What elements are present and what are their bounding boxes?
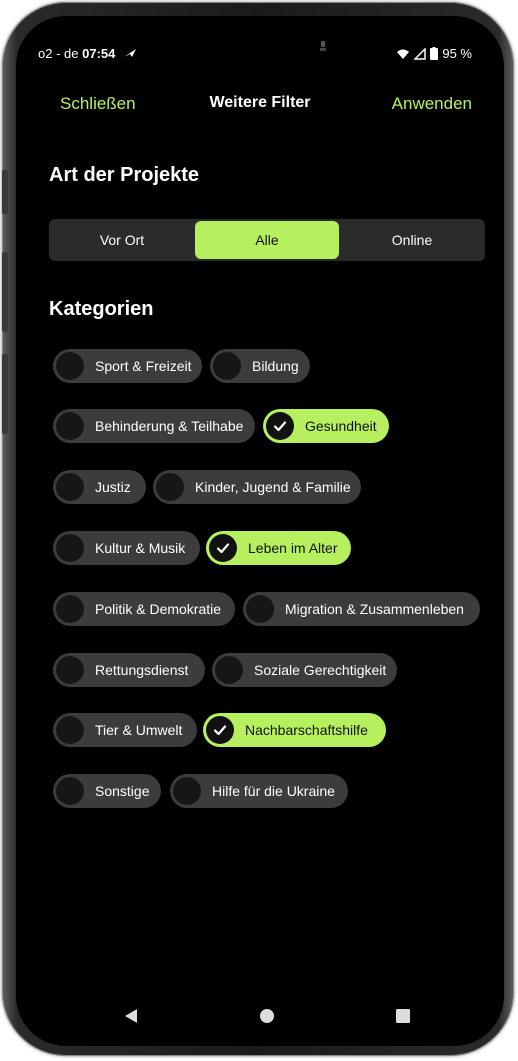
battery-icon	[430, 47, 439, 60]
unchecked-circle-icon	[56, 595, 84, 623]
signal-icon	[414, 47, 427, 60]
unchecked-circle-icon	[56, 656, 84, 684]
unchecked-circle-icon	[56, 777, 84, 805]
category-chip[interactable]: Sport & Freizeit	[53, 349, 202, 383]
category-chip[interactable]: Nachbarschaftshilfe	[203, 713, 386, 747]
unchecked-circle-icon	[56, 352, 84, 380]
unchecked-circle-icon	[246, 595, 274, 623]
category-chip[interactable]: Leben im Alter	[206, 531, 351, 565]
back-icon[interactable]	[116, 1001, 146, 1031]
category-chip-label: Tier & Umwelt	[95, 722, 183, 738]
category-chip[interactable]: Kultur & Musik	[53, 531, 200, 565]
category-chip-label: Soziale Gerechtigkeit	[254, 662, 387, 678]
category-chip-label: Hilfe für die Ukraine	[212, 783, 335, 799]
category-chip[interactable]: Bildung	[210, 349, 310, 383]
clock: 07:54	[82, 46, 116, 61]
unchecked-circle-icon	[213, 352, 241, 380]
home-icon[interactable]	[252, 1001, 282, 1031]
screen: o2 - de 07:54 95 % Schließen Weitere Fil…	[16, 16, 504, 1046]
segment-online[interactable]: Online	[339, 219, 485, 261]
category-chip[interactable]: Justiz	[53, 470, 146, 504]
category-chip[interactable]: Politik & Demokratie	[53, 592, 235, 626]
category-chip-label: Justiz	[95, 479, 131, 495]
check-icon	[209, 534, 237, 562]
category-chip-label: Rettungsdienst	[95, 662, 189, 678]
unchecked-circle-icon	[56, 716, 84, 744]
project-type-segmented-control: Vor Ort Alle Online	[49, 219, 485, 261]
header: Schließen Weitere Filter Anwenden	[16, 94, 504, 118]
category-chip[interactable]: Migration & Zusammenleben	[243, 592, 480, 626]
category-chip[interactable]: Kinder, Jugend & Familie	[153, 470, 361, 504]
wifi-icon	[396, 48, 410, 60]
check-icon	[266, 412, 294, 440]
segment-alle[interactable]: Alle	[195, 221, 339, 259]
side-button	[2, 252, 8, 332]
battery-percent: 95 %	[442, 46, 472, 61]
category-chip-label: Migration & Zusammenleben	[285, 601, 464, 617]
category-chip[interactable]: Sonstige	[53, 774, 161, 808]
check-icon	[206, 716, 234, 744]
phone-frame: o2 - de 07:54 95 % Schließen Weitere Fil…	[2, 2, 514, 1056]
unchecked-circle-icon	[215, 656, 243, 684]
category-chip-label: Leben im Alter	[248, 540, 338, 556]
apply-button[interactable]: Anwenden	[392, 94, 472, 114]
camera-notch-icon	[318, 40, 330, 54]
segment-vor-ort[interactable]: Vor Ort	[49, 219, 195, 261]
side-button	[2, 354, 8, 434]
category-chip-label: Sonstige	[95, 783, 150, 799]
unchecked-circle-icon	[56, 534, 84, 562]
carrier-text: o2 - de	[38, 46, 79, 61]
category-chip[interactable]: Rettungsdienst	[53, 653, 205, 687]
category-chip-label: Sport & Freizeit	[95, 358, 192, 374]
category-chip-label: Behinderung & Teilhabe	[95, 418, 244, 434]
project-type-title: Art der Projekte	[49, 164, 200, 186]
category-chip-label: Politik & Demokratie	[95, 601, 222, 617]
recents-icon[interactable]	[388, 1001, 418, 1031]
unchecked-circle-icon	[156, 473, 184, 501]
status-bar: o2 - de 07:54 95 %	[16, 41, 504, 66]
category-chip[interactable]: Hilfe für die Ukraine	[170, 774, 348, 808]
category-chip-label: Kultur & Musik	[95, 540, 186, 556]
category-chip-label: Bildung	[252, 358, 299, 374]
category-chip[interactable]: Gesundheit	[263, 409, 389, 443]
location-icon	[123, 46, 137, 61]
side-button	[2, 170, 8, 214]
category-chip[interactable]: Soziale Gerechtigkeit	[212, 653, 397, 687]
category-chip-label: Nachbarschaftshilfe	[245, 722, 368, 738]
category-chip-label: Gesundheit	[305, 418, 377, 434]
category-chip[interactable]: Behinderung & Teilhabe	[53, 409, 255, 443]
category-chip[interactable]: Tier & Umwelt	[53, 713, 197, 747]
navigation-bar	[16, 1001, 504, 1031]
unchecked-circle-icon	[173, 777, 201, 805]
unchecked-circle-icon	[56, 473, 84, 501]
category-chip-label: Kinder, Jugend & Familie	[195, 479, 351, 495]
categories-title: Kategorien	[49, 298, 154, 320]
unchecked-circle-icon	[56, 412, 84, 440]
